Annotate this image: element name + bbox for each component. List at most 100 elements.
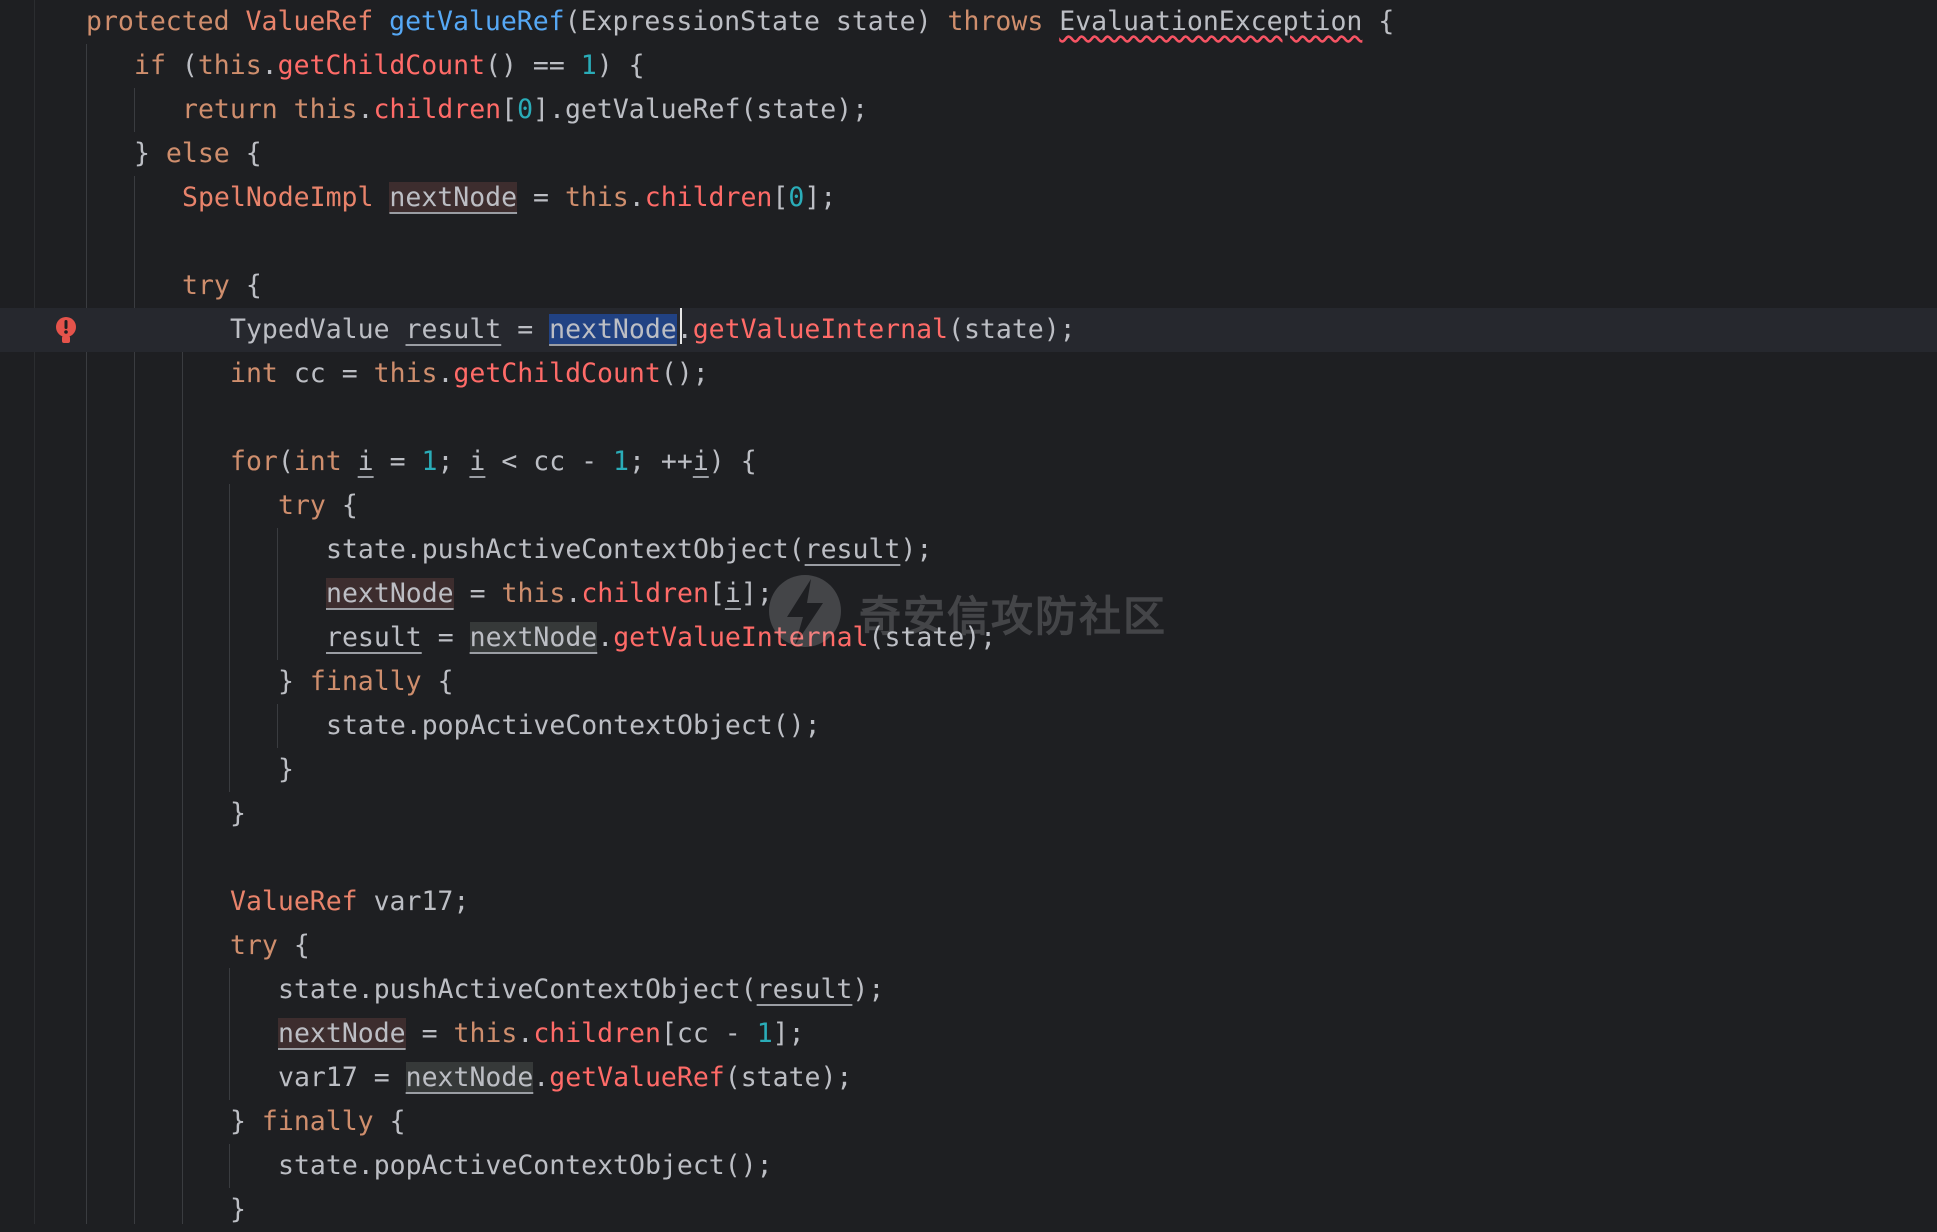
code-token: finally (309, 666, 422, 697)
code-token: ; (437, 446, 470, 477)
code-token: [ (708, 578, 725, 609)
code-token: { (277, 930, 310, 961)
code-token: < cc - (485, 446, 614, 477)
code-token: ValueRef (230, 886, 374, 917)
code-token: var17 = (278, 1062, 406, 1093)
code-token: ) { (596, 50, 645, 81)
code-token: children (581, 578, 709, 609)
code-token: getChildCount (453, 358, 661, 389)
code-token: 0 (788, 182, 805, 213)
code-token: 1 (580, 50, 597, 81)
code-line[interactable]: int cc = this.getChildCount(); (0, 352, 1937, 396)
code-token: (ExpressionState state) (564, 6, 948, 37)
code-token: getChildCount (277, 50, 486, 81)
code-token: . (437, 358, 454, 389)
code-editor[interactable]: protected ValueRef getValueRef(Expressio… (0, 0, 1937, 1225)
code-token: state.popActiveContextObject(); (278, 1150, 773, 1181)
code-token: = (405, 1018, 454, 1049)
code-line[interactable]: } (0, 1188, 1937, 1232)
code-token: i (724, 578, 741, 609)
code-line[interactable]: try { (0, 264, 1937, 308)
code-token: . (533, 1062, 550, 1093)
code-line[interactable]: nextNode = this.children[i]; (0, 572, 1937, 616)
code-line[interactable]: var17 = nextNode.getValueRef(state); (0, 1056, 1937, 1100)
code-token: this (453, 1018, 518, 1049)
code-token: } (230, 1194, 246, 1225)
code-token: try (230, 930, 278, 961)
code-token: cc = (293, 358, 374, 389)
code-token: this (373, 358, 438, 389)
code-token: EvaluationException (1059, 6, 1363, 37)
code-token: ; ++ (628, 446, 693, 477)
code-line[interactable]: } (0, 792, 1937, 836)
code-line[interactable]: if (this.getChildCount() == 1) { (0, 44, 1937, 88)
code-token: = (373, 446, 422, 477)
code-token: finally (261, 1106, 374, 1137)
code-token: (state); (868, 622, 997, 653)
code-line[interactable]: state.pushActiveContextObject(result); (0, 528, 1937, 572)
code-token: } (278, 754, 294, 785)
code-token: int (230, 358, 294, 389)
code-line[interactable]: nextNode = this.children[cc - 1]; (0, 1012, 1937, 1056)
code-line[interactable] (0, 836, 1937, 880)
code-line[interactable]: } (0, 748, 1937, 792)
code-line[interactable]: } else { (0, 132, 1937, 176)
code-token: getValueRef (389, 6, 565, 37)
code-token: this (501, 578, 566, 609)
code-line[interactable]: state.popActiveContextObject(); (0, 1144, 1937, 1188)
code-token: children (373, 94, 502, 125)
code-line[interactable]: state.popActiveContextObject(); (0, 704, 1937, 748)
code-token: } (230, 798, 246, 829)
code-line[interactable]: return this.children[0].getValueRef(stat… (0, 88, 1937, 132)
code-token: return this (182, 94, 358, 125)
code-line[interactable] (0, 396, 1937, 440)
code-token: nextNode (389, 182, 518, 213)
code-line[interactable]: } finally { (0, 660, 1937, 704)
code-line[interactable] (0, 220, 1937, 264)
code-token: { (421, 666, 454, 697)
code-token: . (628, 182, 645, 213)
code-token: result (326, 622, 422, 653)
code-token: protected (86, 6, 246, 37)
code-token: . (597, 622, 614, 653)
code-line[interactable]: try { (0, 484, 1937, 528)
code-token: state.pushActiveContextObject( (326, 534, 805, 565)
code-token: ( (181, 50, 198, 81)
code-token: getValueInternal (613, 622, 869, 653)
code-line[interactable]: for(int i = 1; i < cc - 1; ++i) { (0, 440, 1937, 484)
code-line[interactable]: try { (0, 924, 1937, 968)
code-token: [cc - (660, 1018, 757, 1049)
code-line[interactable]: result = nextNode.getValueInternal(state… (0, 616, 1937, 660)
code-token: [ (772, 182, 789, 213)
code-token: { (229, 138, 262, 169)
code-line[interactable]: protected ValueRef getValueRef(Expressio… (0, 0, 1937, 44)
code-line[interactable]: TypedValue result = nextNode.getValueInt… (0, 308, 1937, 352)
code-token: (state); (724, 1062, 853, 1093)
code-line[interactable]: ValueRef var17; (0, 880, 1937, 924)
code-token: ) { (708, 446, 757, 477)
code-token: i (469, 446, 486, 477)
code-line[interactable]: } finally { (0, 1100, 1937, 1144)
code-token: [ (501, 94, 518, 125)
code-token: } (278, 666, 310, 697)
code-token: (state); (948, 314, 1076, 345)
code-line[interactable]: state.pushActiveContextObject(result); (0, 968, 1937, 1012)
code-token: try (278, 490, 326, 521)
code-token: try (182, 270, 230, 301)
code-token: int (293, 446, 358, 477)
code-token: nextNode (278, 1018, 406, 1049)
code-token: . (357, 94, 374, 125)
code-token: ); (900, 534, 933, 565)
code-token: { (325, 490, 358, 521)
code-token: = (517, 182, 565, 213)
code-token: children (644, 182, 773, 213)
code-token: state.pushActiveContextObject( (278, 974, 757, 1005)
code-token: (); (660, 358, 709, 389)
code-line[interactable]: SpelNodeImpl nextNode = this.children[0]… (0, 176, 1937, 220)
error-bulb-icon[interactable] (54, 316, 78, 346)
code-token: TypedValue (230, 314, 406, 345)
code-token: 1 (421, 446, 438, 477)
code-token: ].getValueRef(state); (533, 94, 869, 125)
code-token: = (421, 622, 470, 653)
code-token: state.popActiveContextObject(); (326, 710, 821, 741)
